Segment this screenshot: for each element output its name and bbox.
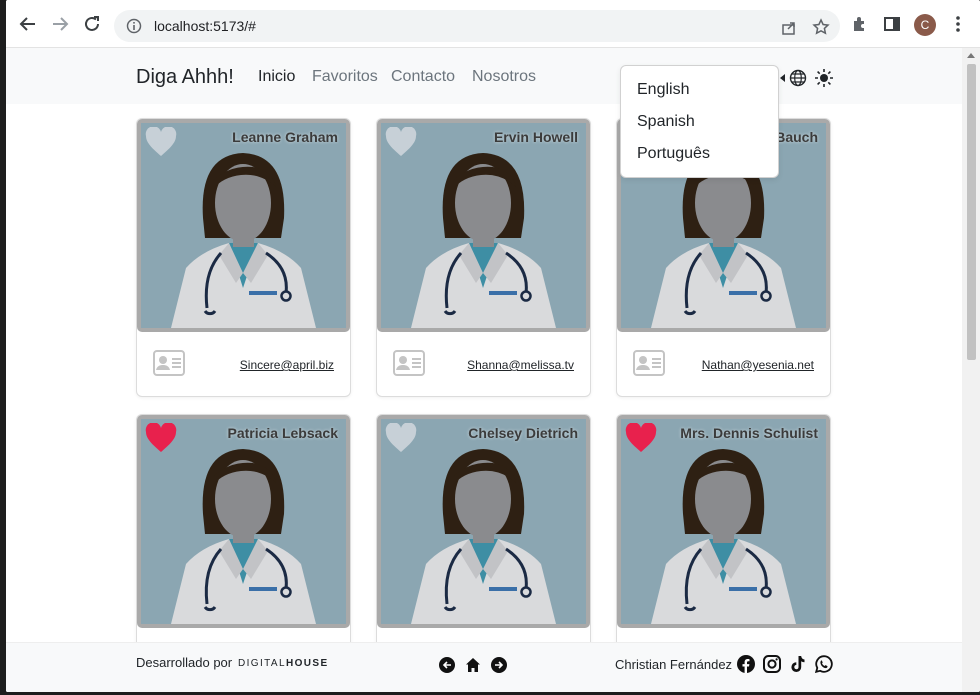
page-content: Diga Ahhh! Inicio Favoritos Contacto Nos… xyxy=(6,48,962,692)
browser-toolbar: localhost:5173/# C xyxy=(6,0,980,48)
back-icon[interactable] xyxy=(16,12,40,36)
page-scrollbar[interactable] xyxy=(962,48,980,692)
contact-card-icon xyxy=(393,350,425,376)
language-option-english[interactable]: English xyxy=(621,74,778,106)
app-navbar: Diga Ahhh! Inicio Favoritos Contacto Nos… xyxy=(6,48,962,104)
globe-icon[interactable] xyxy=(789,69,807,92)
dentist-email-link[interactable]: Nathan@yesenia.net xyxy=(702,358,814,372)
contact-card-icon xyxy=(153,350,185,376)
forward-icon[interactable] xyxy=(48,12,72,36)
app-footer: Desarrollado por DIGITALHOUSE Christian … xyxy=(6,642,962,692)
favorite-heart-icon[interactable] xyxy=(385,423,417,453)
share-icon[interactable] xyxy=(780,18,798,36)
favorite-heart-icon[interactable] xyxy=(145,423,177,453)
scrollbar-thumb[interactable] xyxy=(967,64,976,360)
dentist-card[interactable]: Ervin Howell Shanna@melissa.tv xyxy=(376,118,591,397)
whatsapp-icon[interactable] xyxy=(814,655,833,674)
dentist-name: Chelsey Dietrich xyxy=(468,425,578,441)
profile-avatar[interactable]: C xyxy=(914,14,936,36)
dentist-card[interactable]: Leanne Graham Sincere@april.biz xyxy=(136,118,351,397)
home-icon[interactable] xyxy=(465,657,481,673)
scroll-up-arrow-icon[interactable] xyxy=(967,53,975,58)
extensions-icon[interactable] xyxy=(850,14,870,34)
next-page-icon[interactable] xyxy=(491,657,507,673)
instagram-icon[interactable] xyxy=(763,655,781,673)
url-text: localhost:5173/# xyxy=(154,18,256,34)
author-name: Christian Fernández xyxy=(615,657,733,672)
nav-link-nosotros[interactable]: Nosotros xyxy=(472,68,536,86)
tiktok-icon[interactable] xyxy=(789,655,807,673)
language-dropdown: English Spanish Português xyxy=(620,65,779,178)
nav-link-favoritos[interactable]: Favoritos xyxy=(312,68,378,86)
favorite-heart-icon[interactable] xyxy=(145,127,177,157)
address-bar[interactable]: localhost:5173/# xyxy=(114,10,840,42)
dentist-email-link[interactable]: Shanna@melissa.tv xyxy=(467,358,574,372)
nav-link-inicio[interactable]: Inicio xyxy=(258,68,295,86)
dentist-name: Ervin Howell xyxy=(493,129,578,145)
more-menu-icon[interactable] xyxy=(948,14,968,34)
reload-icon[interactable] xyxy=(80,12,104,36)
facebook-icon[interactable] xyxy=(737,655,755,673)
digitalhouse-logo: DIGITALHOUSE xyxy=(238,658,329,669)
bookmark-star-icon[interactable] xyxy=(812,18,830,36)
browser-window: localhost:5173/# C Diga Ahhh! Inicio Fav… xyxy=(6,0,980,692)
dentist-name: Leanne Graham xyxy=(232,129,338,145)
app-brand[interactable]: Diga Ahhh! xyxy=(136,66,234,89)
dentist-email-link[interactable]: Sincere@april.biz xyxy=(240,358,334,372)
favorite-heart-icon[interactable] xyxy=(625,423,657,453)
side-panel-icon[interactable] xyxy=(882,14,902,34)
favorite-heart-icon[interactable] xyxy=(385,127,417,157)
nav-link-contacto[interactable]: Contacto xyxy=(391,68,455,86)
developed-by-text: Desarrollado por xyxy=(136,655,233,670)
dropdown-caret-icon[interactable] xyxy=(780,74,785,82)
dentist-name: Patricia Lebsack xyxy=(227,425,338,441)
contact-card-icon xyxy=(633,350,665,376)
theme-sun-icon[interactable] xyxy=(815,69,833,92)
site-info-icon[interactable] xyxy=(126,18,142,39)
language-option-portugues[interactable]: Português xyxy=(621,138,778,170)
prev-page-icon[interactable] xyxy=(439,657,455,673)
language-option-spanish[interactable]: Spanish xyxy=(621,106,778,138)
dentist-name: Mrs. Dennis Schulist xyxy=(680,425,818,441)
